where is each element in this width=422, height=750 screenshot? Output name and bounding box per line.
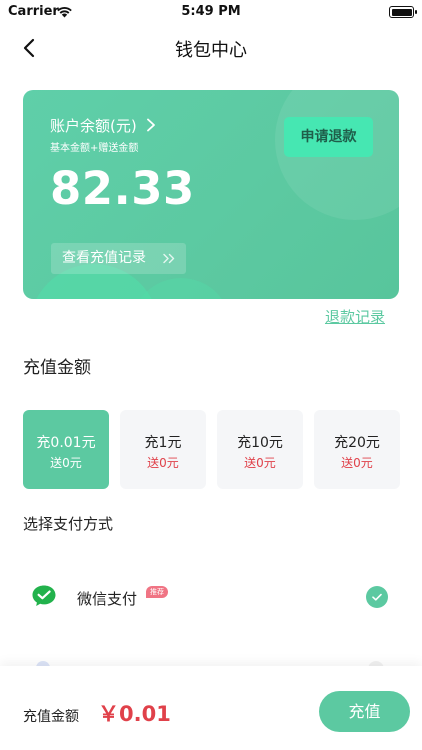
chevron-right-icon xyxy=(146,118,155,132)
bottom-bar: 充值金额 ￥0.01 充值 xyxy=(0,666,422,750)
total-amount-label: 充值金额 xyxy=(23,709,79,725)
payment-method-label: 微信支付 xyxy=(77,590,138,608)
refund-records-link[interactable]: 退款记录 xyxy=(325,306,385,327)
recharge-amount-title: 充值金额 xyxy=(23,358,91,378)
balance-amount: 82.33 xyxy=(50,162,195,215)
balance-label-text: 账户余额(元) xyxy=(50,117,137,135)
amount-option-10[interactable]: 充10元 送0元 xyxy=(217,410,303,489)
amount-option-bonus: 送0元 xyxy=(50,456,82,470)
amount-option-bonus: 送0元 xyxy=(244,456,276,470)
payment-method-wechat[interactable]: 微信支付 推荐 xyxy=(0,570,422,624)
recommend-badge: 推荐 xyxy=(146,586,168,598)
wallet-card: 账户余额(元) 基本金额+赠送金额 82.33 申请退款 查看充值记录 xyxy=(23,90,399,299)
nav-bar: 钱包中心 xyxy=(0,26,422,70)
page-title: 钱包中心 xyxy=(175,40,247,61)
amount-option-label: 充10元 xyxy=(237,435,283,451)
amount-option-label: 充1元 xyxy=(144,435,182,451)
amount-option-label: 充0.01元 xyxy=(36,435,96,451)
amount-options: 充0.01元 送0元 充1元 送0元 充10元 送0元 充20元 送0元 xyxy=(23,410,400,489)
balance-subtitle: 基本金额+赠送金额 xyxy=(50,143,139,154)
recharge-button[interactable]: 充值 xyxy=(319,691,410,732)
card-decoration xyxy=(131,278,231,299)
view-recharge-records-button[interactable]: 查看充值记录 xyxy=(51,243,186,274)
amount-option-1[interactable]: 充1元 送0元 xyxy=(120,410,206,489)
view-recharge-records-label: 查看充值记录 xyxy=(62,250,146,266)
amount-option-20[interactable]: 充20元 送0元 xyxy=(314,410,400,489)
double-chevron-right-icon xyxy=(163,253,175,264)
balance-label[interactable]: 账户余额(元) xyxy=(50,115,156,136)
total-amount-value: ￥0.01 xyxy=(98,702,171,726)
amount-option-bonus: 送0元 xyxy=(147,456,179,470)
amount-option-0.01[interactable]: 充0.01元 送0元 xyxy=(23,410,109,489)
check-circle-icon[interactable] xyxy=(366,586,388,608)
wechat-pay-icon xyxy=(32,585,56,606)
amount-option-label: 充20元 xyxy=(334,435,380,451)
status-bar: Carrier 5:49 PM xyxy=(0,0,422,24)
status-time: 5:49 PM xyxy=(181,4,241,19)
payment-method-title: 选择支付方式 xyxy=(23,515,114,533)
apply-refund-button[interactable]: 申请退款 xyxy=(284,117,373,157)
amount-option-bonus: 送0元 xyxy=(341,456,373,470)
battery-icon xyxy=(389,6,417,18)
